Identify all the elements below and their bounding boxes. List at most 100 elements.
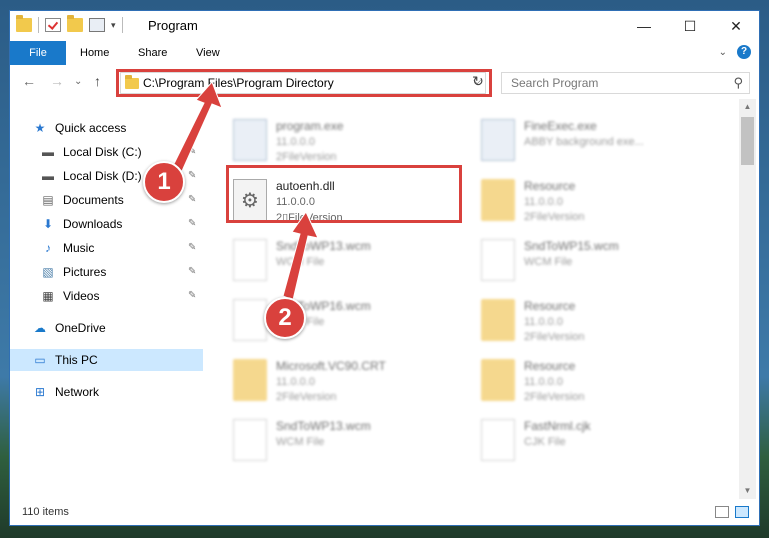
tab-file[interactable]: File [10,41,66,65]
navigation-pane: ★ Quick access ▬ Local Disk (C:) ✎ ▬ Loc… [10,99,203,499]
file-detail: WCM File [276,436,325,448]
sidebar-item-label: Documents [63,193,124,207]
exe-file-icon [481,119,515,161]
sidebar-item-onedrive[interactable]: ☁ OneDrive [2,317,195,339]
file-name: Resource [524,179,576,193]
file-detail: 11.0.0.0 [524,196,563,208]
up-button[interactable]: ↑ [94,73,101,89]
folder-icon [481,359,515,401]
pin-icon[interactable]: ✎ [188,242,196,253]
folder-icon [481,299,515,341]
pin-icon[interactable]: ✎ [188,146,196,157]
separator [38,17,39,33]
sidebar-item-label: Local Disk (D:) [63,169,142,183]
file-item[interactable]: Resource 11.0.0.0 2FileVersion [476,175,706,227]
file-name: Resource [524,299,576,313]
scroll-down-icon[interactable]: ▼ [739,483,756,499]
help-button[interactable]: ? [737,45,751,59]
file-detail: 2FileVersion [276,151,337,163]
file-item[interactable]: FastNrml.cjk CJK File [476,415,706,467]
search-icon[interactable]: ⚲ [733,75,743,91]
minimize-button[interactable]: — [621,11,667,41]
pin-icon[interactable]: ✎ [188,290,196,301]
folder-icon [233,359,267,401]
file-item[interactable]: Resource 11.0.0.0 2FileVersion [476,295,706,347]
file-item[interactable]: SndToWP13.wcm WCM File [228,235,458,287]
expand-ribbon-chevron-icon[interactable]: ⌄ [719,47,727,58]
maximize-button[interactable]: ☐ [667,11,713,41]
tab-share[interactable]: Share [128,41,177,65]
back-button[interactable]: ← [22,73,36,89]
file-name: Microsoft.VC90.CRT [276,359,386,373]
window-controls: — ☐ ✕ [621,11,759,41]
sidebar-item-network[interactable]: ⊞ Network [2,381,195,403]
file-highlight-box [226,165,462,223]
folder-icon [481,179,515,221]
sidebar-item-label: This PC [55,353,98,367]
file-item[interactable]: program.exe 11.0.0.0 2FileVersion [228,115,458,167]
quick-access-toolbar: ▾ [16,15,123,33]
file-item[interactable]: SndToWP13.wcm WCM File [228,415,458,467]
file-explorer-window: ▾ Program — ☐ ✕ File Home Share View ⌄ ?… [9,10,760,526]
file-detail: 2FileVersion [524,211,585,223]
file-detail: WCM File [276,256,325,268]
file-detail: 2FileVersion [276,391,337,403]
document-icon [233,299,267,341]
sidebar-item-label: Pictures [63,265,107,279]
item-count: 110 items [22,506,69,518]
file-item[interactable]: Microsoft.VC90.CRT 11.0.0.0 2FileVersion [228,355,458,407]
file-name: FastNrml.cjk [524,419,591,433]
sidebar-item-label: Local Disk (C:) [63,145,142,159]
search-placeholder: Search Program [511,76,599,90]
scroll-thumb[interactable] [741,117,754,165]
sidebar-item-downloads[interactable]: ⬇ Downloads ✎ [10,213,203,235]
sidebar-item-quick-access[interactable]: ★ Quick access [2,117,195,139]
file-item[interactable]: Resource 11.0.0.0 2FileVersion [476,355,706,407]
file-item[interactable]: FineExec.exe ABBY background exe... [476,115,706,167]
search-box[interactable]: Search Program ⚲ [501,72,750,94]
document-icon [233,239,267,281]
file-name: SndToWP13.wcm [276,239,371,253]
close-button[interactable]: ✕ [713,11,759,41]
title-bar: ▾ Program — ☐ ✕ [10,11,759,41]
ribbon-tabs: File Home Share View ⌄ ? [10,41,759,66]
sidebar-item-label: Music [63,241,95,255]
file-item[interactable]: SndToWP16.wcm WCM File [228,295,458,347]
documents-icon: ▤ [42,193,54,207]
properties-check-icon[interactable] [45,18,61,32]
recent-locations-button[interactable]: ⌄ [74,76,82,87]
step-2-badge: 2 [264,297,306,339]
tiles-view-icon[interactable] [735,506,749,518]
view-options-icon[interactable] [89,18,105,32]
file-name: Resource [524,359,576,373]
tab-view[interactable]: View [186,41,230,65]
pin-icon[interactable]: ✎ [188,218,196,229]
tab-home[interactable]: Home [70,41,119,65]
forward-button[interactable]: → [50,73,64,89]
file-item[interactable]: SndToWP15.wcm WCM File [476,235,706,287]
cloud-icon: ☁ [34,321,46,335]
pin-icon[interactable]: ✎ [188,266,196,277]
file-detail: ABBY background exe... [524,136,644,148]
sidebar-item-label: OneDrive [55,321,106,335]
sidebar-item-local-disk-c[interactable]: ▬ Local Disk (C:) ✎ [10,141,203,163]
sidebar-item-this-pc[interactable]: ▭ This PC [10,349,203,371]
sidebar-item-videos[interactable]: ▦ Videos ✎ [10,285,203,307]
window-title: Program [148,18,198,33]
customize-toolbar-chevron-icon[interactable]: ▾ [111,20,116,31]
sidebar-item-pictures[interactable]: ▧ Pictures ✎ [10,261,203,283]
separator [121,17,123,33]
scroll-up-icon[interactable]: ▲ [739,99,756,115]
pin-icon[interactable]: ✎ [188,194,196,205]
sidebar-item-label: Downloads [63,217,123,231]
address-highlight-box [116,69,492,97]
new-folder-icon[interactable] [67,15,83,32]
details-view-icon[interactable] [715,506,729,518]
sidebar-item-music[interactable]: ♪ Music ✎ [10,237,203,259]
document-icon [481,419,515,461]
folder-icon [16,15,32,32]
file-detail: 2FileVersion [524,391,585,403]
file-detail: 11.0.0.0 [276,136,315,148]
vertical-scrollbar[interactable]: ▲ ▼ [739,99,756,499]
pin-icon[interactable]: ✎ [188,170,196,181]
